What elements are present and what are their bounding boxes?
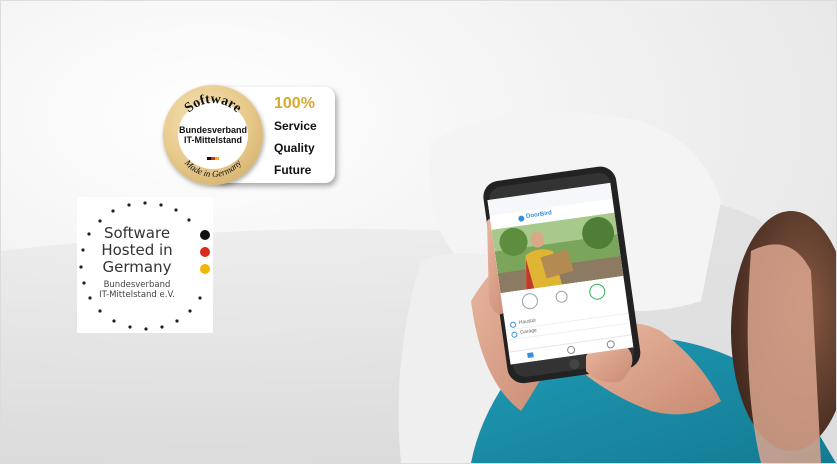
phone-accept-icon[interactable] [588,282,607,301]
home-tab-icon[interactable] [527,352,534,359]
svg-text:Software: Software [182,92,244,116]
camera-switch-icon[interactable] [554,289,569,304]
list-item-label: Haustür [518,317,537,326]
hosted-org-line1: Bundesverband [103,280,171,290]
german-flag-icon [207,147,219,160]
svg-text:Made in Germany: Made in Germany [182,157,243,179]
hosted-line3: Germany [102,258,172,276]
seal-org-line2: IT-Mittelstand [184,135,242,145]
seal-org-name: Bundesverband IT-Mittelstand [165,125,261,145]
hosted-line2: Hosted in [101,241,173,259]
door-icon [509,321,517,329]
phone-app-screen: DoorBird Haustür Garage [487,182,634,365]
seal-org-line1: Bundesverband [178,125,247,135]
gold-dot-icon [200,264,210,274]
app-brand: DoorBird [525,210,553,220]
settings-tab-icon[interactable] [606,339,616,349]
badge-percent: 100% [274,95,315,112]
app-logo-icon [517,215,525,222]
hosted-line1: Software [103,224,171,242]
badge-line-quality: Quality [274,141,315,155]
history-tab-icon[interactable] [566,345,576,355]
software-hosted-in-germany-badge: Software Hosted in Germany Bundesverband… [77,197,213,333]
badge-line-future: Future [274,163,312,177]
door-icon [511,331,518,339]
hosted-org-line2: IT-Mittelstand e.V. [99,290,175,300]
seal-ring: Software Made in Germany Bundesverband I… [163,85,263,185]
badge-line-service: Service [274,119,317,133]
red-dot-icon [200,247,210,257]
software-made-in-germany-badge: Software Made in Germany Bundesverband I… [163,85,337,185]
key-icon[interactable] [520,292,539,311]
black-dot-icon [200,230,210,240]
hero-image: DoorBird Haustür Garage Software Made in… [0,0,837,464]
seal-top-text: Software [182,92,244,116]
list-item-label: Garage [519,327,538,336]
seal-bottom-text: Made in Germany [182,157,243,179]
